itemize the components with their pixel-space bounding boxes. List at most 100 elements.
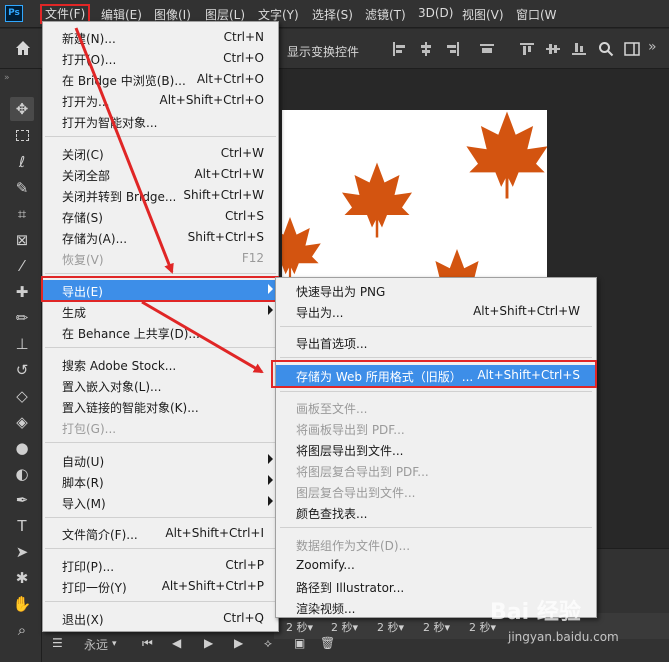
delete-frame-icon[interactable]: 🗑 [320,636,335,650]
menu-item-close-go-bridge[interactable]: 关闭并转到 Bridge... Shift+Ctrl+W [43,185,278,206]
menu-select[interactable]: 选择(S) [312,6,353,23]
menu-3d[interactable]: 3D(D) [418,6,453,20]
menu-separator [280,527,592,528]
submenu-item-paths-to-illustrator[interactable]: 路径到 Illustrator... [276,576,596,597]
menu-item-share-behance[interactable]: 在 Behance 上共享(D)... [43,322,278,343]
quick-select-tool-icon[interactable]: ✎ [12,178,32,198]
hand-tool-icon[interactable]: ✋ [12,594,32,614]
history-brush-tool-icon[interactable]: ↺ [12,360,32,380]
align-bottom-icon[interactable] [572,42,586,56]
menu-separator [45,347,276,348]
menu-item-open-smart-object[interactable]: 打开为智能对象... [43,111,278,132]
menu-item-print-one-copy[interactable]: 打印一份(Y) Alt+Shift+Ctrl+P [43,576,278,597]
tween-icon[interactable]: ⟡ [264,636,272,651]
collapse-grip-icon[interactable]: » [4,73,11,83]
clone-stamp-tool-icon[interactable]: ⊥ [12,334,32,354]
dodge-tool-icon[interactable]: ◐ [12,464,32,484]
align-right-icon[interactable] [446,42,460,56]
frame-delay-2[interactable]: 2 秒▾ [331,619,358,635]
menu-item-exit[interactable]: 退出(X) Ctrl+Q [43,608,278,629]
submenu-item-layer-comps-to-pdf: 将图层复合导出到 PDF... [296,465,429,479]
document-canvas[interactable] [282,110,547,288]
menu-separator [280,357,592,358]
align-top-icon[interactable] [520,42,534,56]
submenu-arrow-icon [268,284,273,294]
duplicate-frame-icon[interactable]: ▣ [294,636,305,650]
shape-tool-icon[interactable]: ✱ [12,568,32,588]
align-center-icon[interactable] [419,42,433,56]
menu-item-import[interactable]: 导入(M) [43,492,278,513]
blur-tool-icon[interactable]: ● [12,438,32,458]
submenu-item-export-preferences[interactable]: 导出首选项... [276,332,596,353]
play-icon[interactable]: ▶ [204,636,213,650]
menu-item-generate[interactable]: 生成 [43,301,278,322]
path-select-tool-icon[interactable]: ➤ [12,542,32,562]
menu-item-print[interactable]: 打印(P)... Ctrl+P [43,555,278,576]
menu-item-new[interactable]: 新建(N)... Ctrl+N [43,27,278,48]
frame-delay-3[interactable]: 2 秒▾ [377,619,404,635]
prev-frame-icon[interactable]: ◀ [172,636,181,650]
submenu-arrow-icon [268,475,273,485]
submenu-item-quick-export-png[interactable]: 快速导出为 PNG [276,280,596,301]
lasso-tool-icon[interactable]: ℓ [12,152,32,172]
submenu-item-export-as[interactable]: 导出为... Alt+Shift+Ctrl+W [276,301,596,322]
menu-item-save[interactable]: 存储(S) Ctrl+S [43,206,278,227]
submenu-item-color-lookup-tables[interactable]: 颜色查找表... [276,502,596,523]
home-icon[interactable] [14,39,32,57]
menu-window[interactable]: 窗口(W [516,6,557,23]
menu-item-export[interactable]: 导出(E) [43,280,278,301]
submenu-item-render-video[interactable]: 渲染视频... [276,597,596,618]
next-frame-icon[interactable]: ▶ [234,636,243,650]
search-icon[interactable] [598,41,614,57]
submenu-arrow-icon [268,454,273,464]
paint-bucket-tool-icon[interactable]: ◈ [12,412,32,432]
loop-dropdown-icon[interactable]: ▾ [112,639,117,649]
eraser-tool-icon[interactable]: ◇ [12,386,32,406]
menu-item-close[interactable]: 关闭(C) Ctrl+W [43,143,278,164]
zoom-tool-icon[interactable]: ⌕ [12,620,32,640]
menu-separator [280,326,592,327]
menu-filter[interactable]: 滤镜(T) [365,6,406,23]
type-tool-icon[interactable]: T [12,516,32,536]
frame-delay-1[interactable]: 2 秒▾ [286,619,313,635]
frame-delay-4[interactable]: 2 秒▾ [423,619,450,635]
show-transform-controls-label[interactable]: 显示变换控件 [287,43,359,60]
menu-item-scripts[interactable]: 脚本(R) [43,471,278,492]
menu-separator [280,391,592,392]
frame-tool-icon[interactable]: ⊠ [12,230,32,250]
convert-timeline-icon[interactable]: ☰ [52,636,63,650]
menu-item-open[interactable]: 打开(O)... Ctrl+O [43,48,278,69]
menu-separator [45,601,276,602]
align-middle-icon[interactable] [546,42,560,56]
loop-select[interactable]: 永远 [84,636,108,653]
menu-item-save-as[interactable]: 存储为(A)... Shift+Ctrl+S [43,227,278,248]
menu-item-place-linked[interactable]: 置入链接的智能对象(K)... [43,396,278,417]
export-submenu: 快速导出为 PNG 导出为... Alt+Shift+Ctrl+W 导出首选项..… [275,277,597,618]
menu-item-place-embedded[interactable]: 置入嵌入对象(L)... [43,375,278,396]
menu-item-file-info[interactable]: 文件简介(F)... Alt+Shift+Ctrl+I [43,523,278,544]
menu-item-search-stock[interactable]: 搜索 Adobe Stock... [43,354,278,375]
brush-tool-icon[interactable]: ✏ [12,308,32,328]
submenu-item-zoomify[interactable]: Zoomify... [276,555,596,576]
workspace-icon[interactable] [624,41,640,57]
file-menu: 新建(N)... Ctrl+N 打开(O)... Ctrl+O 在 Bridge 中… [42,21,279,632]
submenu-item-layer-comps-to-files: 图层复合导出到文件... [296,486,416,500]
menu-item-open-as[interactable]: 打开为... Alt+Shift+Ctrl+O [43,90,278,111]
menu-view[interactable]: 视图(V) [462,6,504,23]
menu-item-automate[interactable]: 自动(U) [43,450,278,471]
frame-delay-5[interactable]: 2 秒▾ [469,619,496,635]
submenu-item-layers-to-files[interactable]: 将图层导出到文件... [276,439,596,460]
submenu-item-save-for-web[interactable]: 存储为 Web 所用格式（旧版）... Alt+Shift+Ctrl+S [276,365,596,386]
first-frame-icon[interactable]: ⏮ [142,636,153,651]
menu-item-close-all[interactable]: 关闭全部 Alt+Ctrl+W [43,164,278,185]
marquee-tool-icon[interactable] [12,126,32,146]
crop-tool-icon[interactable]: ⌗ [12,204,32,224]
healing-brush-tool-icon[interactable]: ✚ [12,282,32,302]
align-left-icon[interactable] [392,42,406,56]
distribute-icon[interactable] [480,42,494,56]
more-icon[interactable]: » [648,39,657,55]
menu-item-browse-bridge[interactable]: 在 Bridge 中浏览(B)... Alt+Ctrl+O [43,69,278,90]
pen-tool-icon[interactable]: ✒ [12,490,32,510]
eyedropper-tool-icon[interactable]: ⁄ [12,256,32,276]
move-tool-icon[interactable]: ✥ [10,97,34,121]
